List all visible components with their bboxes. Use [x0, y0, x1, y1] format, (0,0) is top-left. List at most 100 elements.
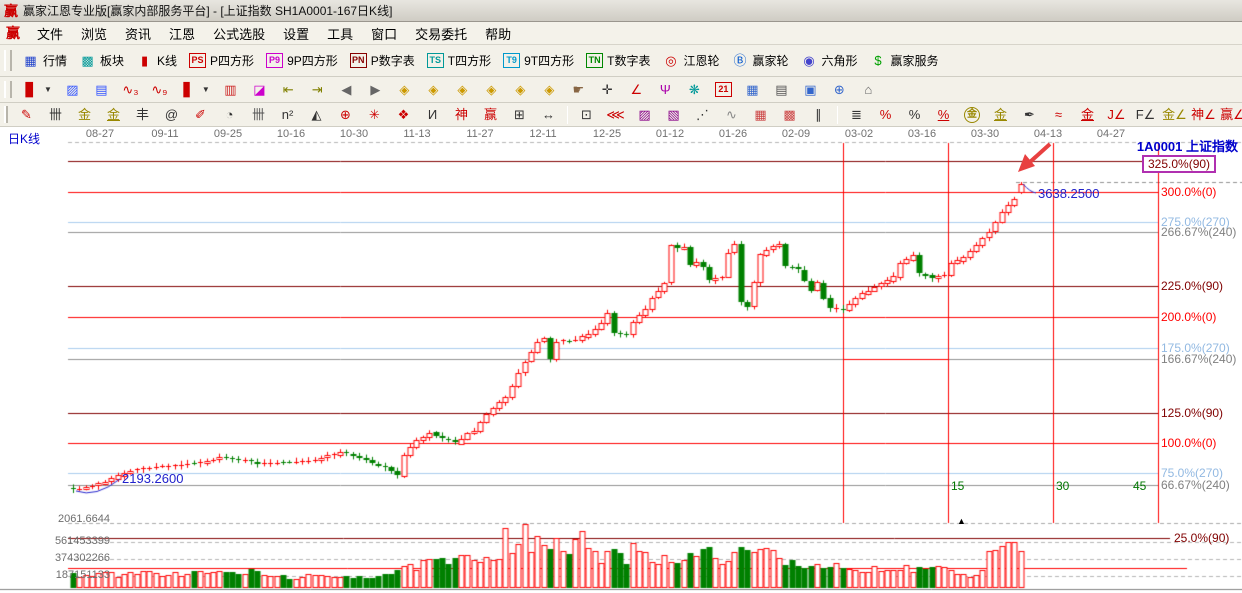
shen-angle-tool[interactable]: 神∠ — [1189, 104, 1218, 126]
p9-square-button[interactable]: P99P四方形 — [260, 49, 344, 72]
time-wheel-tool[interactable]: ◔ — [215, 104, 244, 126]
marker-pen-tool[interactable]: ✐ — [186, 104, 215, 126]
calendar-button[interactable]: 21 — [709, 79, 738, 100]
sectors-button[interactable]: ▩板块 — [73, 49, 130, 72]
square-fan2-tool[interactable]: ▧ — [659, 104, 688, 126]
volume-profile-icon[interactable]: ◪ — [245, 79, 274, 101]
k-quote-tool[interactable]: И — [418, 104, 447, 126]
remote-service-button[interactable]: ⌂ — [854, 79, 883, 101]
kline-button[interactable]: ▮K线 — [130, 49, 183, 72]
crosshair-tool[interactable]: ✛ — [593, 79, 622, 101]
n-square-tool[interactable]: n² — [273, 104, 302, 126]
gold-ruler1-tool[interactable]: 金 — [70, 104, 99, 126]
menu-item-帮助[interactable]: 帮助 — [476, 22, 520, 45]
circle-cross-tool[interactable]: ⊕ — [331, 104, 360, 126]
spiral-tool[interactable]: @ — [157, 104, 186, 126]
toolbar-grip[interactable] — [4, 106, 8, 122]
percent-tool[interactable]: % — [900, 104, 929, 126]
comb-ruler-tool[interactable]: 卌 — [41, 104, 70, 126]
square-fan-tool-icon: ▨ — [636, 107, 653, 123]
diamond-plus-button[interactable]: ◈ — [506, 79, 535, 101]
go-last-button[interactable]: ⇥ — [303, 79, 332, 101]
rose-grid-tool[interactable]: ✳ — [360, 104, 389, 126]
period-dropdown[interactable]: ▊▼ — [16, 79, 58, 101]
f-ruler-tool[interactable]: 丰 — [128, 104, 157, 126]
shen-grid-tool[interactable]: 神 — [447, 104, 476, 126]
gann-purple-tool[interactable]: Ψ — [651, 79, 680, 101]
diamond-cross-button[interactable]: ◈ — [477, 79, 506, 101]
slant-lines-tool[interactable]: ∥ — [804, 104, 833, 126]
span-measure-tool[interactable]: ↔ — [534, 104, 563, 126]
gold-ruler2-tool[interactable]: 金 — [99, 104, 128, 126]
protractor-tool[interactable]: ◭ — [302, 104, 331, 126]
menu-item-工具[interactable]: 工具 — [318, 22, 362, 45]
diamond-horizontal-button[interactable]: ◈ — [448, 79, 477, 101]
save-button[interactable]: ▣ — [796, 79, 825, 101]
net-update-button[interactable]: ⊕ — [825, 79, 854, 101]
p-square-button[interactable]: PSP四方形 — [183, 49, 260, 72]
menu-item-浏览[interactable]: 浏览 — [72, 22, 116, 45]
winner-service-button[interactable]: $赢家服务 — [864, 49, 945, 72]
f-angle-tool[interactable]: F∠ — [1131, 104, 1160, 126]
gann-wheel-button[interactable]: ◎江恩轮 — [656, 49, 725, 72]
menu-item-设置[interactable]: 设置 — [274, 22, 318, 45]
dense-area-icon[interactable]: ▨ — [58, 79, 87, 101]
menu-item-公式选股[interactable]: 公式选股 — [204, 22, 274, 45]
page-right-button[interactable]: ▶ — [361, 79, 390, 101]
percent-line-tool[interactable]: % — [871, 104, 900, 126]
p-number-table-button[interactable]: PNP数字表 — [344, 49, 421, 72]
gold-angle-tool[interactable]: 金∠ — [1160, 104, 1189, 126]
menu-item-江恩[interactable]: 江恩 — [160, 22, 204, 45]
menu-item-交易委托[interactable]: 交易委托 — [406, 22, 476, 45]
notes-button[interactable]: ▤ — [767, 79, 796, 101]
menu-item-文件[interactable]: 文件 — [28, 22, 72, 45]
angle-measure-tool[interactable]: ∠ — [622, 79, 651, 101]
diamond-star-button[interactable]: ◈ — [535, 79, 564, 101]
number-grid-tool[interactable]: ⊞ — [505, 104, 534, 126]
pattern-teal-tool[interactable]: ❋ — [680, 79, 709, 101]
calculator-button[interactable]: ▦ — [738, 79, 767, 101]
box-measure-tool[interactable]: ⊡ — [572, 104, 601, 126]
t-number-table-button[interactable]: TNT数字表 — [580, 49, 656, 72]
save-button-icon: ▣ — [802, 82, 819, 98]
t9-square-button[interactable]: T99T四方形 — [497, 49, 580, 72]
gold-lines-tool[interactable]: 金 — [986, 104, 1015, 126]
toolbar-grip[interactable] — [4, 81, 12, 99]
winner-wheel-button[interactable]: Ⓑ赢家轮 — [725, 49, 794, 72]
ying-angle-tool[interactable]: 赢∠ — [1218, 104, 1242, 126]
menu-item-窗口[interactable]: 窗口 — [362, 22, 406, 45]
gold-circle-tool[interactable]: 金 — [958, 104, 986, 126]
go-first-button[interactable]: ⇤ — [274, 79, 303, 101]
page-left-button[interactable]: ◀ — [332, 79, 361, 101]
info-note-icon[interactable]: ▤ — [87, 79, 116, 101]
square-rose-tool[interactable]: ❖ — [389, 104, 418, 126]
ray-fan-tool[interactable]: ⋘ — [601, 104, 630, 126]
tally-scale-tool[interactable]: ≣ — [842, 104, 871, 126]
square-fan-tool[interactable]: ▨ — [630, 104, 659, 126]
t-square-button[interactable]: TST四方形 — [421, 49, 497, 72]
angle-set-tool[interactable]: ⋰ — [688, 104, 717, 126]
grid-b-tool[interactable]: ▩ — [775, 104, 804, 126]
pen-knife-tool[interactable]: ✒ — [1015, 104, 1044, 126]
quotes-button[interactable]: ▦行情 — [16, 49, 73, 72]
title-bar[interactable]: 赢 赢家江恩专业版[赢家内部服务平台] - [上证指数 SH1A0001-167… — [0, 0, 1242, 22]
tick-ruler-tool[interactable]: 卌 — [244, 104, 273, 126]
diamond-right-button[interactable]: ◈ — [419, 79, 448, 101]
diamond-left-button[interactable]: ◈ — [390, 79, 419, 101]
wave3-icon[interactable]: ∿₃ — [116, 79, 145, 101]
percent-under-tool[interactable]: % — [929, 104, 958, 126]
wave9-icon[interactable]: ∿₉ — [145, 79, 174, 101]
hexagon-button[interactable]: ◉六角形 — [795, 49, 864, 72]
chip-distribution-icon[interactable]: ▥ — [216, 79, 245, 101]
menu-item-资讯[interactable]: 资讯 — [116, 22, 160, 45]
gold-red-tool[interactable]: 金 — [1073, 104, 1102, 126]
wave-red-tool[interactable]: ≈ — [1044, 104, 1073, 126]
zigzag-tool[interactable]: ∿ — [717, 104, 746, 126]
j-angle-tool[interactable]: J∠ — [1102, 104, 1131, 126]
ying-grid-tool[interactable]: 赢 — [476, 104, 505, 126]
hand-drag-tool[interactable]: ☛ — [564, 79, 593, 101]
brush-tool[interactable]: ✎ — [12, 104, 41, 126]
grid-a-tool[interactable]: ▦ — [746, 104, 775, 126]
toolbar-grip[interactable] — [4, 50, 12, 72]
candle-style-dropdown[interactable]: ▋▼ — [174, 79, 216, 101]
